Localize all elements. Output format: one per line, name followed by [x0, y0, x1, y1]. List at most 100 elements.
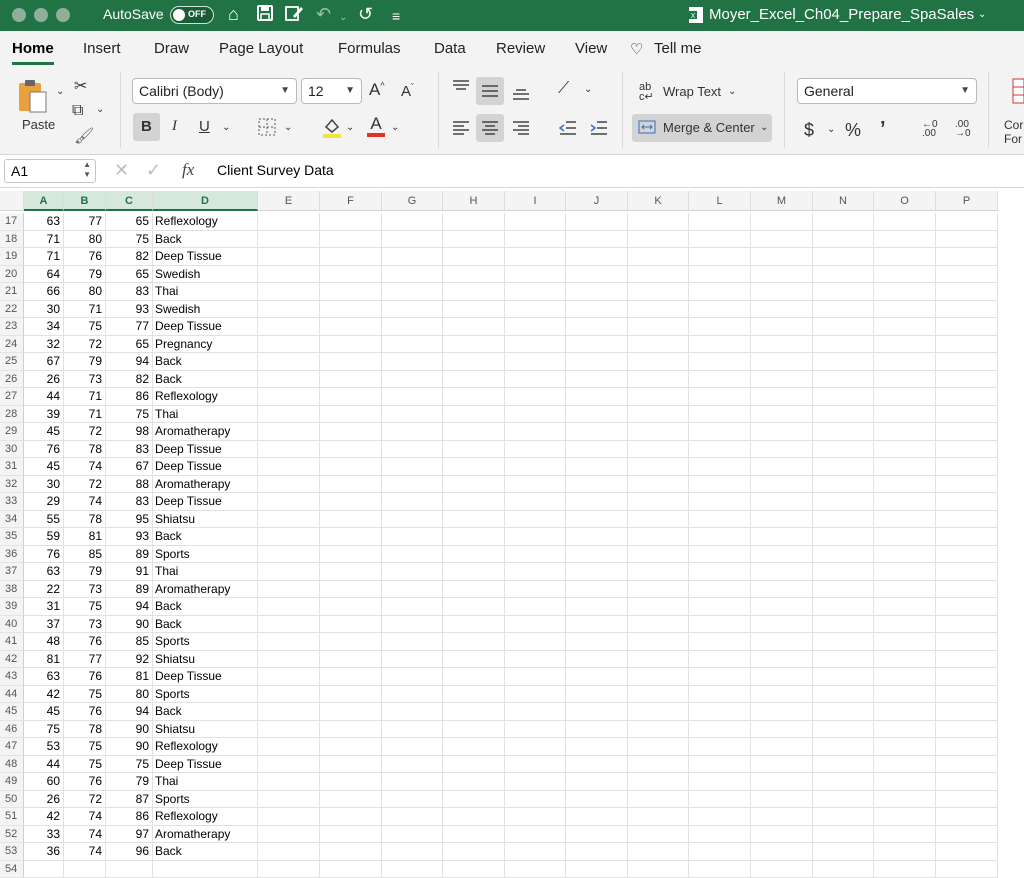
- cell-o25[interactable]: [874, 353, 936, 371]
- cell-h21[interactable]: [443, 283, 505, 301]
- row-header[interactable]: 43: [0, 668, 24, 686]
- cell-l20[interactable]: [689, 266, 751, 284]
- cell-b39[interactable]: 75: [64, 598, 106, 616]
- cell-m44[interactable]: [751, 686, 813, 704]
- cell-i39[interactable]: [505, 598, 566, 616]
- cell-m25[interactable]: [751, 353, 813, 371]
- cell-i53[interactable]: [505, 843, 566, 861]
- cell-e50[interactable]: [258, 791, 320, 809]
- cell-i50[interactable]: [505, 791, 566, 809]
- column-header-h[interactable]: H: [443, 191, 505, 211]
- cell-o46[interactable]: [874, 721, 936, 739]
- cell-d23[interactable]: Deep Tissue: [153, 318, 258, 336]
- cell-h50[interactable]: [443, 791, 505, 809]
- row-header[interactable]: 36: [0, 546, 24, 564]
- cell-b48[interactable]: 75: [64, 756, 106, 774]
- cell-b51[interactable]: 74: [64, 808, 106, 826]
- cell-n52[interactable]: [813, 826, 874, 844]
- cell-b53[interactable]: 74: [64, 843, 106, 861]
- cell-i47[interactable]: [505, 738, 566, 756]
- cell-j47[interactable]: [566, 738, 628, 756]
- cell-g26[interactable]: [382, 371, 443, 389]
- cell-j41[interactable]: [566, 633, 628, 651]
- cell-f25[interactable]: [320, 353, 382, 371]
- cell-b35[interactable]: 81: [64, 528, 106, 546]
- column-header-m[interactable]: M: [751, 191, 813, 211]
- row-header[interactable]: 53: [0, 843, 24, 861]
- cell-e24[interactable]: [258, 336, 320, 354]
- cell-a37[interactable]: 63: [24, 563, 64, 581]
- cell-c54[interactable]: [106, 861, 153, 878]
- undo-dropdown-icon[interactable]: ⌄: [339, 8, 347, 28]
- cell-h41[interactable]: [443, 633, 505, 651]
- row-header[interactable]: 40: [0, 616, 24, 634]
- cell-o24[interactable]: [874, 336, 936, 354]
- cell-d48[interactable]: Deep Tissue: [153, 756, 258, 774]
- cell-g36[interactable]: [382, 546, 443, 564]
- cell-a29[interactable]: 45: [24, 423, 64, 441]
- cell-p32[interactable]: [936, 476, 998, 494]
- row-header[interactable]: 46: [0, 721, 24, 739]
- enter-check-icon[interactable]: ✓: [146, 160, 161, 181]
- row-header[interactable]: 29: [0, 423, 24, 441]
- cell-g38[interactable]: [382, 581, 443, 599]
- cell-c42[interactable]: 92: [106, 651, 153, 669]
- cell-g25[interactable]: [382, 353, 443, 371]
- cell-i29[interactable]: [505, 423, 566, 441]
- cell-n38[interactable]: [813, 581, 874, 599]
- tab-view[interactable]: View: [575, 40, 607, 57]
- cell-j52[interactable]: [566, 826, 628, 844]
- cell-c47[interactable]: 90: [106, 738, 153, 756]
- cell-a31[interactable]: 45: [24, 458, 64, 476]
- cell-h22[interactable]: [443, 301, 505, 319]
- cell-h24[interactable]: [443, 336, 505, 354]
- cell-k21[interactable]: [628, 283, 689, 301]
- cell-e29[interactable]: [258, 423, 320, 441]
- cell-k50[interactable]: [628, 791, 689, 809]
- cell-j42[interactable]: [566, 651, 628, 669]
- cell-k37[interactable]: [628, 563, 689, 581]
- cell-b24[interactable]: 72: [64, 336, 106, 354]
- cell-h28[interactable]: [443, 406, 505, 424]
- cell-o20[interactable]: [874, 266, 936, 284]
- cell-l31[interactable]: [689, 458, 751, 476]
- cell-j25[interactable]: [566, 353, 628, 371]
- cell-k31[interactable]: [628, 458, 689, 476]
- cell-h19[interactable]: [443, 248, 505, 266]
- cell-p34[interactable]: [936, 511, 998, 529]
- close-window-button[interactable]: [12, 8, 26, 22]
- cell-p35[interactable]: [936, 528, 998, 546]
- cell-a17[interactable]: 63: [24, 213, 64, 231]
- cell-j44[interactable]: [566, 686, 628, 704]
- cell-d52[interactable]: Aromatherapy: [153, 826, 258, 844]
- cell-i49[interactable]: [505, 773, 566, 791]
- cell-l44[interactable]: [689, 686, 751, 704]
- cell-c25[interactable]: 94: [106, 353, 153, 371]
- row-header[interactable]: 37: [0, 563, 24, 581]
- cell-b52[interactable]: 74: [64, 826, 106, 844]
- cell-c17[interactable]: 65: [106, 213, 153, 231]
- row-header[interactable]: 21: [0, 283, 24, 301]
- cell-l30[interactable]: [689, 441, 751, 459]
- row-header[interactable]: 41: [0, 633, 24, 651]
- minimize-window-button[interactable]: [34, 8, 48, 22]
- cell-c26[interactable]: 82: [106, 371, 153, 389]
- cell-a27[interactable]: 44: [24, 388, 64, 406]
- cell-f51[interactable]: [320, 808, 382, 826]
- cell-f20[interactable]: [320, 266, 382, 284]
- cell-d37[interactable]: Thai: [153, 563, 258, 581]
- cell-g53[interactable]: [382, 843, 443, 861]
- wrap-text-icon[interactable]: abc↵: [639, 82, 654, 102]
- currency-button[interactable]: $: [804, 120, 814, 141]
- cell-p28[interactable]: [936, 406, 998, 424]
- tab-page-layout[interactable]: Page Layout: [219, 40, 303, 57]
- cell-j48[interactable]: [566, 756, 628, 774]
- cell-n35[interactable]: [813, 528, 874, 546]
- decrease-font-size-icon[interactable]: Aˇ: [401, 82, 414, 100]
- cell-k33[interactable]: [628, 493, 689, 511]
- row-header[interactable]: 35: [0, 528, 24, 546]
- cell-m48[interactable]: [751, 756, 813, 774]
- cell-b25[interactable]: 79: [64, 353, 106, 371]
- cell-m36[interactable]: [751, 546, 813, 564]
- cell-n36[interactable]: [813, 546, 874, 564]
